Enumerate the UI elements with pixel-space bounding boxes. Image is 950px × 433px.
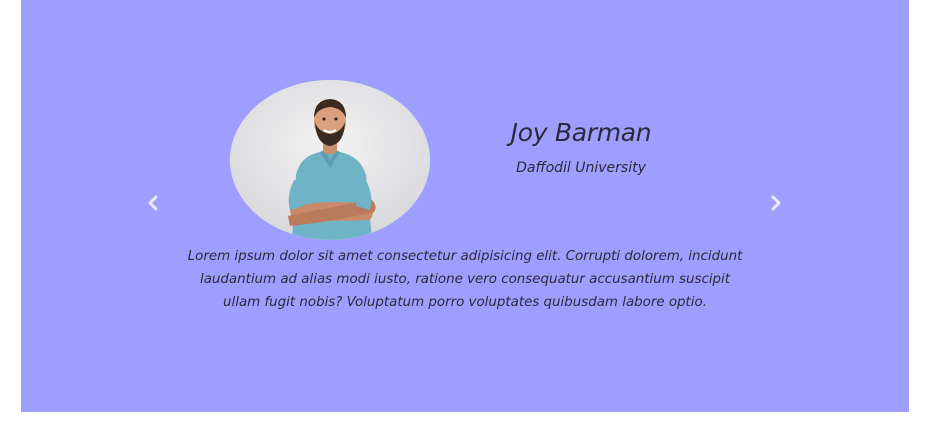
testimonial-organization: Daffodil University xyxy=(516,160,646,176)
chevron-left-icon xyxy=(148,195,158,211)
chevron-right-icon xyxy=(771,195,781,211)
page: Joy Barman Daffodil University Lorem ips… xyxy=(0,0,950,433)
carousel-next-button[interactable] xyxy=(763,190,789,216)
testimonial-carousel: Joy Barman Daffodil University Lorem ips… xyxy=(21,0,909,412)
person-photo xyxy=(230,80,430,240)
carousel-prev-button[interactable] xyxy=(140,190,166,216)
person-photo-image xyxy=(230,80,430,240)
testimonial-name: Joy Barman xyxy=(510,118,652,147)
testimonial-quote: Lorem ipsum dolor sit amet consectetur a… xyxy=(187,249,743,310)
